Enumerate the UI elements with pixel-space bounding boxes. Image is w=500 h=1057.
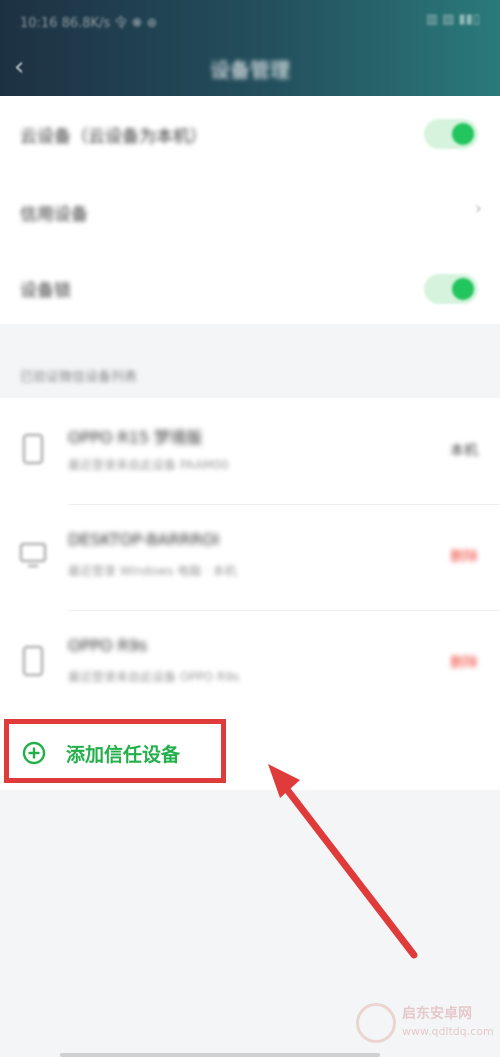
watermark-url: www.qdltdq.com (402, 1025, 494, 1038)
cloud-device-toggle[interactable] (424, 119, 478, 149)
device-name: OPPO R9s (68, 636, 148, 655)
page-title: 设备管理 (210, 58, 290, 82)
device-item[interactable]: OPPO R15 梦境版 最近登录来自此设备 PAAM00 本机 (0, 398, 500, 504)
device-desc: 最近登录 Windows 电脑 · 本机 (68, 564, 237, 578)
device-name: OPPO R15 梦境版 (68, 428, 203, 447)
section-label: 已验证微信设备列表 (20, 370, 138, 385)
watermark-logo-icon (356, 1003, 396, 1043)
delete-device-button[interactable]: 删除 (450, 652, 478, 672)
watermark-name: 启东安卓网 (402, 1006, 472, 1022)
toggle-knob (452, 123, 474, 145)
phone-icon (23, 434, 43, 464)
setting-label: 设备锁 (20, 281, 71, 301)
status-right: ▥ ▨ ▮▮▯ (425, 12, 480, 27)
delete-device-button[interactable]: 删除 (450, 546, 478, 566)
phone-icon (23, 646, 43, 676)
device-name: DESKTOP-BARRROI (68, 530, 220, 549)
device-lock-toggle[interactable] (424, 274, 478, 304)
setting-row-device-lock[interactable]: 设备锁 (0, 248, 500, 324)
settings-card: 云设备（云设备为本机） 信用设备 › 设备锁 (0, 96, 500, 324)
device-item[interactable]: OPPO R9s 最近登录来自此设备 OPPO R9s 删除 (0, 610, 500, 716)
highlight-box (4, 719, 226, 783)
device-item[interactable]: DESKTOP-BARRROI 最近登录 Windows 电脑 · 本机 删除 (0, 504, 500, 610)
home-indicator (60, 1053, 380, 1057)
toggle-knob (452, 278, 474, 300)
device-status: 本机 (450, 443, 478, 459)
status-bar: 10:16 86.8K/s 令 ❋ ⊕ ▥ ▨ ▮▮▯ (20, 12, 480, 36)
watermark: 启东安卓网 www.qdltdq.com (356, 1001, 494, 1047)
setting-row-cloud-device[interactable]: 云设备（云设备为本机） (0, 96, 500, 172)
setting-label: 云设备（云设备为本机） (20, 127, 207, 147)
chevron-right-icon: › (474, 198, 482, 219)
setting-row-credit-device[interactable]: 信用设备 › (0, 172, 500, 248)
device-list: OPPO R15 梦境版 最近登录来自此设备 PAAM00 本机 DESKTOP… (0, 398, 500, 718)
device-desc: 最近登录来自此设备 PAAM00 (68, 458, 229, 472)
setting-label: 信用设备 (20, 205, 88, 225)
monitor-icon (20, 543, 46, 567)
device-desc: 最近登录来自此设备 OPPO R9s (68, 670, 240, 684)
app-header: 10:16 86.8K/s 令 ❋ ⊕ ▥ ▨ ▮▮▯ ‹ 设备管理 (0, 0, 500, 96)
status-left: 10:16 86.8K/s 令 ❋ ⊕ (20, 16, 158, 31)
